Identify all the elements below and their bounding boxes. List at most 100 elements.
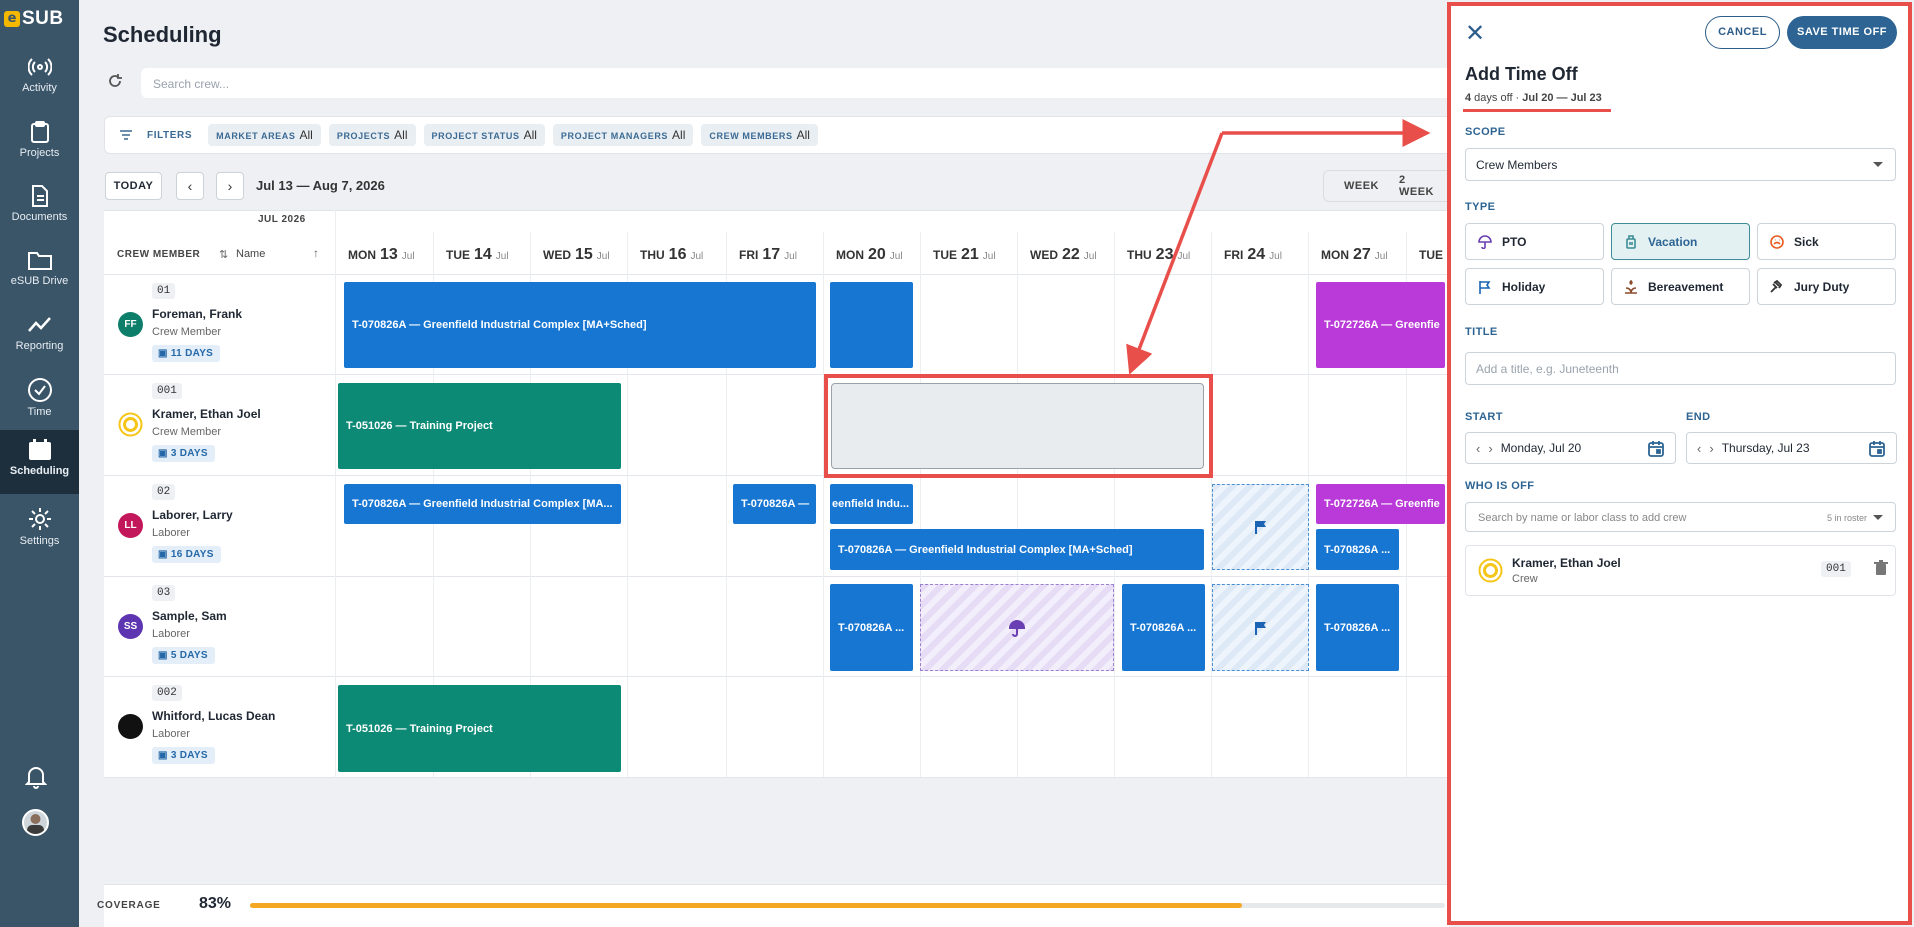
flag-icon — [1254, 621, 1266, 635]
view-2week-button[interactable]: 2 WEEK — [1389, 174, 1449, 198]
type-vacation-button[interactable]: Vacation — [1611, 223, 1750, 260]
assignment-bar[interactable] — [830, 282, 913, 368]
prev-range-button[interactable]: ‹ — [176, 172, 204, 200]
title-input[interactable]: Add a title, e.g. Juneteenth — [1465, 352, 1896, 385]
refresh-icon[interactable] — [107, 73, 123, 89]
activity-icon — [27, 58, 52, 76]
type-pto-button[interactable]: PTO — [1465, 223, 1604, 260]
candle-icon — [1625, 279, 1637, 294]
filter-icon[interactable] — [119, 129, 133, 141]
next-day-icon[interactable]: › — [1488, 441, 1492, 456]
next-day-icon[interactable]: › — [1709, 441, 1713, 456]
assignment-bar[interactable]: T-051026 — Training Project — [338, 685, 621, 772]
type-label: TYPE — [1465, 201, 1496, 213]
crew-row[interactable]: FF 01 Foreman, Frank Crew Member ▣ 11 DAYS — [104, 275, 336, 375]
holiday-block[interactable] — [1212, 584, 1309, 671]
avatar: SS — [118, 614, 143, 639]
end-date-field[interactable]: ‹ › Thursday, Jul 23 — [1686, 432, 1897, 464]
filter-chip-project-managers[interactable]: PROJECT MANAGERS All — [552, 124, 694, 146]
crew-name: Whitford, Lucas Dean — [152, 709, 276, 723]
next-range-button[interactable]: › — [216, 172, 244, 200]
assignment-bar[interactable]: T-070826A — Greenfield Industrial Comple… — [830, 529, 1204, 570]
grid-col-line — [920, 232, 921, 777]
name-sort-header[interactable]: Name — [236, 248, 265, 260]
nav-settings[interactable]: Settings — [0, 498, 79, 562]
save-time-off-button[interactable]: SAVE TIME OFF — [1787, 16, 1897, 49]
filter-chip-market-areas[interactable]: MARKET AREAS All — [208, 124, 321, 146]
nav-label: Time — [27, 406, 52, 418]
crew-row[interactable]: LL 02 Laborer, Larry Laborer ▣ 16 DAYS — [104, 476, 336, 576]
assignment-bar[interactable]: T-070826A ... — [830, 584, 913, 671]
grid-col-line — [1114, 232, 1115, 777]
user-avatar[interactable] — [22, 809, 49, 836]
type-bereavement-button[interactable]: Bereavement — [1611, 268, 1750, 305]
day-header: MON 27 Jul — [1308, 232, 1406, 274]
type-sick-button[interactable]: Sick — [1757, 223, 1896, 260]
filter-chip-projects[interactable]: PROJECTS All — [328, 124, 416, 146]
type-holiday-button[interactable]: Holiday — [1465, 268, 1604, 305]
start-date-field[interactable]: ‹ › Monday, Jul 20 — [1465, 432, 1676, 464]
trash-icon[interactable] — [1874, 560, 1888, 576]
assignment-bar[interactable]: eenfield Indu... — [830, 484, 913, 524]
filter-bar: FILTERS MARKET AREAS All PROJECTS All PROJ… — [104, 116, 1449, 154]
today-button[interactable]: TODAY — [105, 172, 162, 200]
sort-ascending-icon[interactable]: ↑ — [313, 246, 319, 260]
who-is-off-label: WHO IS OFF — [1465, 480, 1535, 492]
assignment-bar[interactable]: T-072726A — Greenfie — [1316, 282, 1445, 368]
assignment-bar[interactable]: T-070826A ... — [1122, 584, 1205, 671]
assignment-bar[interactable]: T-072726A — Greenfie — [1316, 484, 1445, 524]
prev-day-icon[interactable]: ‹ — [1697, 441, 1701, 456]
assignment-bar[interactable]: T-070826A — Greenfield Industrial Comple… — [344, 282, 816, 368]
crew-days-badge: ▣ 11 DAYS — [152, 345, 221, 362]
bell-icon[interactable] — [25, 765, 47, 789]
nav-reporting[interactable]: Reporting — [0, 305, 79, 369]
filters-label[interactable]: FILTERS — [147, 130, 192, 141]
nav-label: Projects — [19, 147, 60, 159]
nav-projects[interactable]: Projects — [0, 112, 79, 176]
type-jury-duty-button[interactable]: Jury Duty — [1757, 268, 1896, 305]
crew-row[interactable]: SS 03 Sample, Sam Laborer ▣ 5 DAYS — [104, 577, 336, 677]
filter-chip-project-status[interactable]: PROJECT STATUS All — [423, 124, 545, 146]
pto-block[interactable] — [920, 584, 1114, 671]
date-range-label: Jul 13 — Aug 7, 2026 — [256, 178, 385, 193]
end-label: END — [1686, 411, 1711, 423]
nav-time[interactable]: Time — [0, 369, 79, 433]
annotation-underline — [1463, 109, 1611, 112]
nav-scheduling[interactable]: Scheduling — [0, 430, 79, 494]
crew-code: 002 — [152, 685, 182, 701]
folder-icon — [27, 252, 52, 270]
crew-search-input[interactable]: Search by name or labor class to add cre… — [1465, 502, 1896, 532]
scope-select[interactable]: Crew Members — [1465, 148, 1896, 181]
nav-esub-drive[interactable]: eSUB Drive — [0, 240, 79, 304]
assignment-bar[interactable]: T-051026 — Training Project — [338, 383, 621, 469]
person-code: 001 — [1821, 561, 1851, 577]
crew-row[interactable]: 001 Kramer, Ethan Joel Crew Member ▣ 3 DAYS — [104, 375, 336, 475]
nav-activity[interactable]: Activity — [0, 47, 79, 111]
holiday-block[interactable] — [1212, 484, 1309, 570]
day-header: FRI 24 Jul — [1211, 232, 1308, 274]
prev-day-icon[interactable]: ‹ — [1476, 441, 1480, 456]
app-logo[interactable]: e SUB — [4, 8, 64, 30]
assignment-bar[interactable]: T-070826A — Greenfield Industrial Comple… — [344, 484, 621, 524]
clock-icon — [27, 378, 52, 402]
crew-row[interactable]: 002 Whitford, Lucas Dean Laborer ▣ 3 DAYS — [104, 677, 336, 777]
view-week-button[interactable]: WEEK — [1334, 180, 1389, 192]
document-icon — [31, 185, 48, 207]
sort-icon[interactable]: ⇅ — [219, 248, 228, 261]
assignment-bar[interactable]: T-070826A ... — [1316, 584, 1399, 671]
umbrella-icon — [1008, 619, 1026, 637]
calendar-icon[interactable] — [1868, 440, 1886, 458]
cancel-button[interactable]: CANCEL — [1705, 16, 1780, 49]
calendar-icon[interactable] — [1647, 440, 1665, 458]
grid-col-line — [823, 232, 824, 777]
crew-role: Laborer — [152, 527, 190, 539]
person-role: Crew — [1512, 573, 1538, 585]
nav-label: Settings — [19, 535, 60, 547]
search-input[interactable]: Search crew... — [141, 68, 1449, 98]
filter-chip-crew-members[interactable]: CREW MEMBERS All — [701, 124, 818, 146]
gear-icon — [28, 508, 51, 530]
nav-documents[interactable]: Documents — [0, 176, 79, 240]
assignment-bar[interactable]: T-070826A — — [733, 484, 816, 524]
assignment-bar[interactable]: T-070826A ... — [1316, 529, 1399, 570]
close-icon[interactable]: ✕ — [1465, 22, 1485, 46]
